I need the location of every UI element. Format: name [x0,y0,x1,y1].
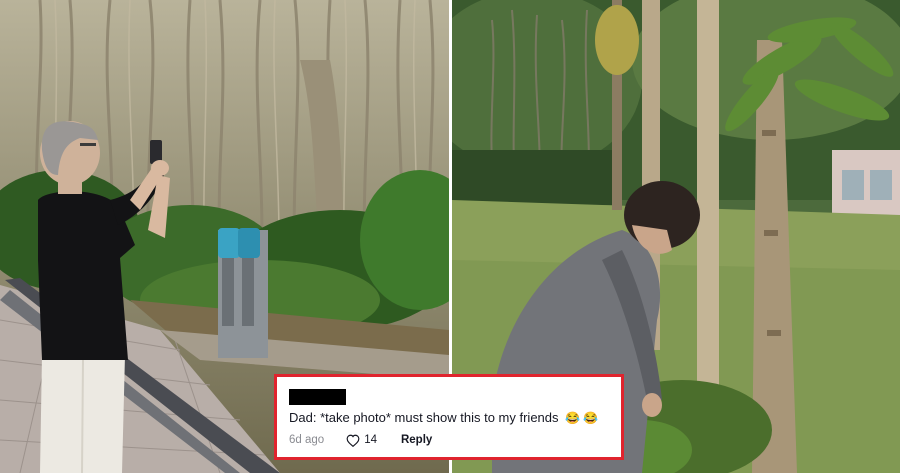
comment-time: 6d ago [289,434,325,446]
reply-button[interactable]: Reply [401,434,432,446]
like-count: 14 [364,434,377,446]
comment-body: Dad: *take photo* must show this to my f… [289,410,559,425]
laughing-emoji-icon: 😂 [583,411,599,425]
comment-meta: 6d ago 14 Reply [289,432,432,448]
like-button[interactable]: 14 [346,434,377,447]
username-redacted [289,389,346,405]
heart-outline-icon [346,434,360,447]
comment-text: Dad: *take photo* must show this to my f… [289,410,598,425]
comment-card: Dad: *take photo* must show this to my f… [274,374,624,460]
laughing-emoji-icon: 😂 [565,411,581,425]
